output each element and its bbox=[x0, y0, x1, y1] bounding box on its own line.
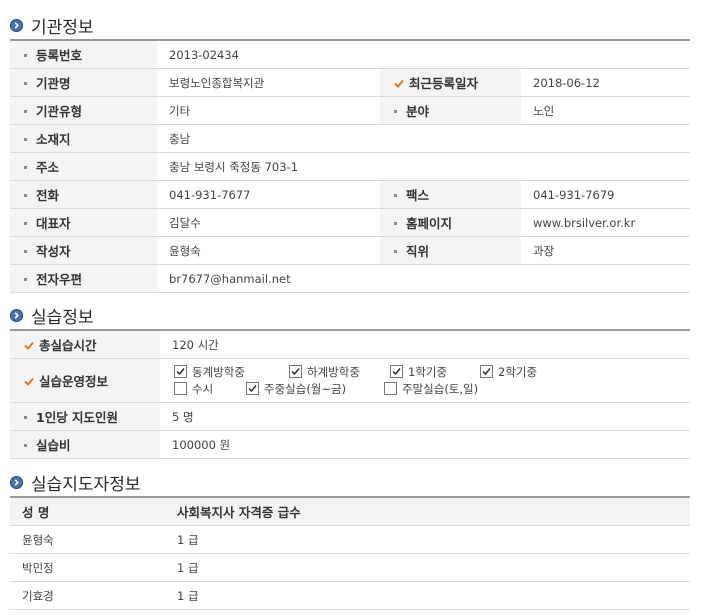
section-title-practice: 실습정보 bbox=[10, 302, 94, 328]
square-bullet-icon bbox=[24, 166, 27, 169]
value-location: 충남 bbox=[157, 124, 691, 153]
square-bullet-icon bbox=[24, 110, 27, 113]
row-location: 소재지 충남 bbox=[10, 124, 691, 153]
label-address: 주소 bbox=[36, 160, 60, 175]
label-hours: 총실습시간 bbox=[39, 338, 97, 353]
label-ops: 실습운영정보 bbox=[39, 374, 109, 389]
checkbox-unchecked-icon[interactable] bbox=[384, 381, 397, 395]
value-name: 보령노인종합복지관 bbox=[157, 68, 380, 97]
square-bullet-icon bbox=[24, 82, 27, 85]
label-phone: 전화 bbox=[36, 188, 60, 203]
label-fee: 실습비 bbox=[36, 438, 71, 453]
checkbox-checked-icon[interactable] bbox=[246, 381, 259, 395]
checkbox-checked-icon[interactable] bbox=[174, 364, 187, 378]
row-per-person: 1인당 지도인원 5 명 bbox=[10, 402, 690, 431]
value-fee: 100000 원 bbox=[160, 430, 690, 459]
option-weekday[interactable]: 주중실습(월~금) bbox=[246, 381, 384, 397]
square-bullet-icon bbox=[24, 416, 27, 419]
label-per-person: 1인당 지도인원 bbox=[36, 410, 119, 425]
label-email: 전자우편 bbox=[36, 272, 83, 287]
chevron-right-icon bbox=[10, 308, 23, 322]
checkbox-unchecked-icon[interactable] bbox=[174, 381, 187, 395]
section-title-org: 기관정보 bbox=[10, 12, 94, 38]
square-bullet-icon bbox=[394, 110, 397, 113]
practice-info-table: 총실습시간 120 시간 실습운영정보 동계방학중 하계방학중 1학기중 2학기중 수… bbox=[10, 329, 690, 459]
square-bullet-icon bbox=[394, 194, 397, 197]
square-bullet-icon bbox=[24, 444, 27, 447]
option-weekend[interactable]: 주말실습(토,일) bbox=[384, 381, 478, 397]
square-bullet-icon bbox=[24, 278, 27, 281]
value-email: br7677@hanmail.net bbox=[157, 264, 691, 293]
row-phone: 전화 041-931-7677 팩스 041-931-7679 bbox=[10, 180, 691, 209]
check-icon bbox=[24, 374, 34, 389]
org-info-table: 등록번호 2013-02434 기관명 보령노인종합복지관 최근등록일자 201… bbox=[10, 39, 691, 293]
value-homepage: www.brsilver.or.kr bbox=[521, 208, 691, 237]
value-last-reg: 2018-06-12 bbox=[521, 68, 691, 97]
table-row: 박민정 1 급 bbox=[10, 553, 690, 582]
label-field: 분야 bbox=[406, 104, 430, 119]
label-writer: 작성자 bbox=[36, 244, 71, 259]
checkbox-checked-icon[interactable] bbox=[390, 364, 403, 378]
value-position: 과장 bbox=[521, 236, 691, 265]
table-row: 기효경 1 급 bbox=[10, 581, 690, 610]
label-name: 기관명 bbox=[36, 76, 71, 91]
table-row: 윤형숙 1 급 bbox=[10, 525, 690, 554]
label-type: 기관유형 bbox=[36, 104, 83, 119]
value-reg-no: 2013-02434 bbox=[157, 39, 691, 69]
row-rep: 대표자 김달수 홈페이지 www.brsilver.or.kr bbox=[10, 208, 691, 237]
value-address: 충남 보령시 죽정동 703-1 bbox=[157, 152, 691, 181]
check-icon bbox=[394, 76, 404, 91]
supervisor-table: 성 명 사회복지사 자격증 급수 윤형숙 1 급 박민정 1 급 기효경 1 급 bbox=[10, 496, 690, 610]
label-fax: 팩스 bbox=[406, 188, 430, 203]
option-winter[interactable]: 동계방학중 bbox=[174, 364, 289, 380]
value-field: 노인 bbox=[521, 96, 691, 125]
square-bullet-icon bbox=[24, 222, 27, 225]
checkbox-checked-icon[interactable] bbox=[480, 364, 493, 378]
header-name: 성 명 bbox=[10, 496, 165, 526]
value-per-person: 5 명 bbox=[160, 402, 690, 431]
checkbox-checked-icon[interactable] bbox=[289, 364, 302, 378]
chevron-right-icon bbox=[10, 18, 23, 32]
section-title-supervisor: 실습지도자정보 bbox=[10, 469, 140, 495]
label-position: 직위 bbox=[406, 244, 430, 259]
row-reg-no: 등록번호 2013-02434 bbox=[10, 39, 691, 69]
option-semester2[interactable]: 2학기중 bbox=[480, 364, 537, 380]
value-fax: 041-931-7679 bbox=[521, 180, 691, 209]
row-writer: 작성자 윤형숙 직위 과장 bbox=[10, 236, 691, 265]
value-phone: 041-931-7677 bbox=[157, 180, 380, 209]
row-email: 전자우편 br7677@hanmail.net bbox=[10, 264, 691, 293]
square-bullet-icon bbox=[394, 222, 397, 225]
header-grade: 사회복지사 자격증 급수 bbox=[165, 496, 690, 526]
row-type: 기관유형 기타 분야 노인 bbox=[10, 96, 691, 125]
option-semester1[interactable]: 1학기중 bbox=[390, 364, 480, 380]
row-hours: 총실습시간 120 시간 bbox=[10, 329, 690, 359]
table-header: 성 명 사회복지사 자격증 급수 bbox=[10, 496, 690, 526]
square-bullet-icon bbox=[24, 138, 27, 141]
row-ops: 실습운영정보 동계방학중 하계방학중 1학기중 2학기중 수시 주중실습(월~금) 주말실… bbox=[10, 358, 690, 403]
label-last-reg: 최근등록일자 bbox=[409, 76, 479, 91]
label-homepage: 홈페이지 bbox=[406, 216, 453, 231]
square-bullet-icon bbox=[24, 54, 27, 57]
option-anytime[interactable]: 수시 bbox=[174, 381, 246, 397]
check-icon bbox=[24, 338, 34, 353]
row-address: 주소 충남 보령시 죽정동 703-1 bbox=[10, 152, 691, 181]
value-hours: 120 시간 bbox=[160, 329, 690, 359]
square-bullet-icon bbox=[24, 250, 27, 253]
value-rep: 김달수 bbox=[157, 208, 380, 237]
square-bullet-icon bbox=[394, 250, 397, 253]
value-writer: 윤형숙 bbox=[157, 236, 380, 265]
label-location: 소재지 bbox=[36, 132, 71, 147]
value-type: 기타 bbox=[157, 96, 380, 125]
label-reg-no: 등록번호 bbox=[36, 48, 83, 63]
label-rep: 대표자 bbox=[36, 216, 71, 231]
ops-options: 동계방학중 하계방학중 1학기중 2학기중 수시 주중실습(월~금) 주말실습(토,일) bbox=[160, 358, 690, 403]
square-bullet-icon bbox=[24, 194, 27, 197]
row-fee: 실습비 100000 원 bbox=[10, 430, 690, 459]
chevron-right-icon bbox=[10, 475, 23, 489]
option-summer[interactable]: 하계방학중 bbox=[289, 364, 390, 380]
row-name: 기관명 보령노인종합복지관 최근등록일자 2018-06-12 bbox=[10, 68, 691, 97]
